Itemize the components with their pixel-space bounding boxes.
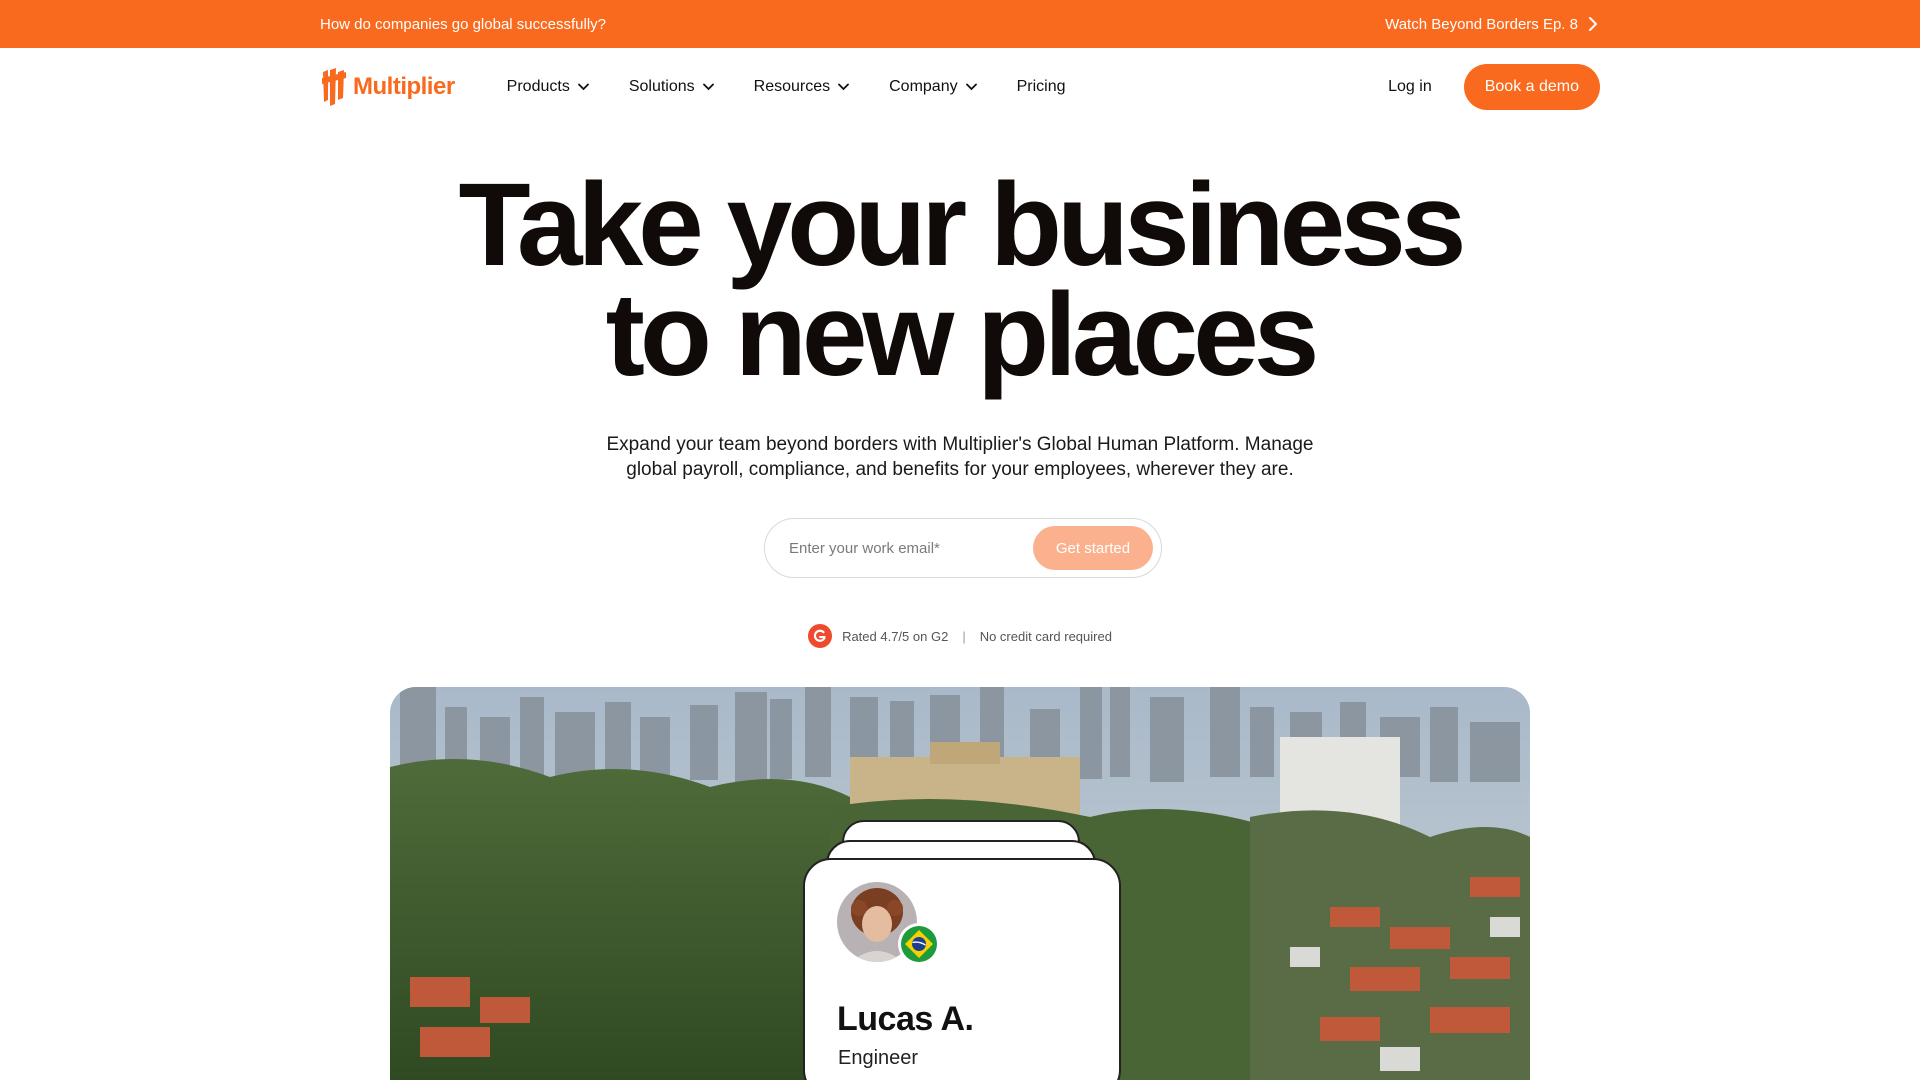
- hero-subtitle-line: Expand your team beyond borders with Mul…: [606, 434, 1314, 455]
- chevron-down-icon: [838, 83, 850, 91]
- main-nav: Multiplier Products Solutions Resources …: [0, 48, 1920, 126]
- hero-subtitle-line: global payroll, compliance, and benefits…: [626, 459, 1294, 480]
- multiplier-logo-icon: [322, 68, 346, 106]
- nav-item-label: Company: [889, 78, 958, 95]
- signup-form: Get started: [764, 518, 1162, 578]
- nav-item-company[interactable]: Company: [889, 78, 977, 96]
- nav-actions: Log in Book a demo: [1388, 64, 1600, 110]
- profile-card: Lucas A. Engineer: [803, 858, 1121, 1080]
- profile-role: Engineer: [838, 1047, 919, 1069]
- rating-separator: |: [962, 628, 966, 644]
- nav-menu: Products Solutions Resources Company Pri…: [507, 78, 1106, 96]
- nav-item-label: Pricing: [1016, 78, 1066, 95]
- rating-row: Rated 4.7/5 on G2 | No credit card requi…: [0, 624, 1920, 648]
- logo[interactable]: Multiplier: [320, 66, 455, 108]
- rating-text: Rated 4.7/5 on G2: [842, 628, 949, 644]
- login-link[interactable]: Log in: [1388, 78, 1432, 96]
- announcement-bar: How do companies go global successfully?…: [0, 0, 1920, 48]
- nav-item-solutions[interactable]: Solutions: [629, 78, 714, 96]
- g2-logo-icon: [808, 624, 833, 648]
- no-credit-card-text: No credit card required: [979, 628, 1112, 644]
- work-email-input[interactable]: [789, 539, 1033, 557]
- announcement-text[interactable]: How do companies go global successfully?: [320, 16, 606, 33]
- chevron-down-icon: [577, 83, 589, 91]
- nav-item-pricing[interactable]: Pricing: [1017, 78, 1066, 96]
- chevron-down-icon: [702, 83, 714, 91]
- chevron-down-icon: [965, 83, 977, 91]
- brazil-flag-icon: [898, 923, 940, 965]
- logo-text: Multiplier: [353, 73, 455, 100]
- watch-episode-label: Watch Beyond Borders Ep. 8: [1385, 15, 1578, 33]
- nav-item-label: Products: [506, 78, 570, 95]
- nav-item-resources[interactable]: Resources: [753, 78, 850, 96]
- get-started-button[interactable]: Get started: [1033, 526, 1153, 570]
- nav-item-products[interactable]: Products: [507, 78, 589, 96]
- hero-title-line: Take your business: [458, 159, 1467, 291]
- hero-subtitle: Expand your team beyond borders with Mul…: [0, 432, 1920, 482]
- nav-item-label: Solutions: [628, 78, 695, 95]
- nav-item-label: Resources: [753, 78, 831, 95]
- watch-episode-link[interactable]: Watch Beyond Borders Ep. 8: [1385, 16, 1598, 33]
- profile-name: Lucas A.: [837, 1000, 974, 1038]
- book-demo-button[interactable]: Book a demo: [1463, 64, 1600, 110]
- chevron-right-icon: [1589, 17, 1597, 31]
- hero-title-line: to new places: [605, 269, 1320, 401]
- hero-title: Take your business to new places: [0, 159, 1920, 401]
